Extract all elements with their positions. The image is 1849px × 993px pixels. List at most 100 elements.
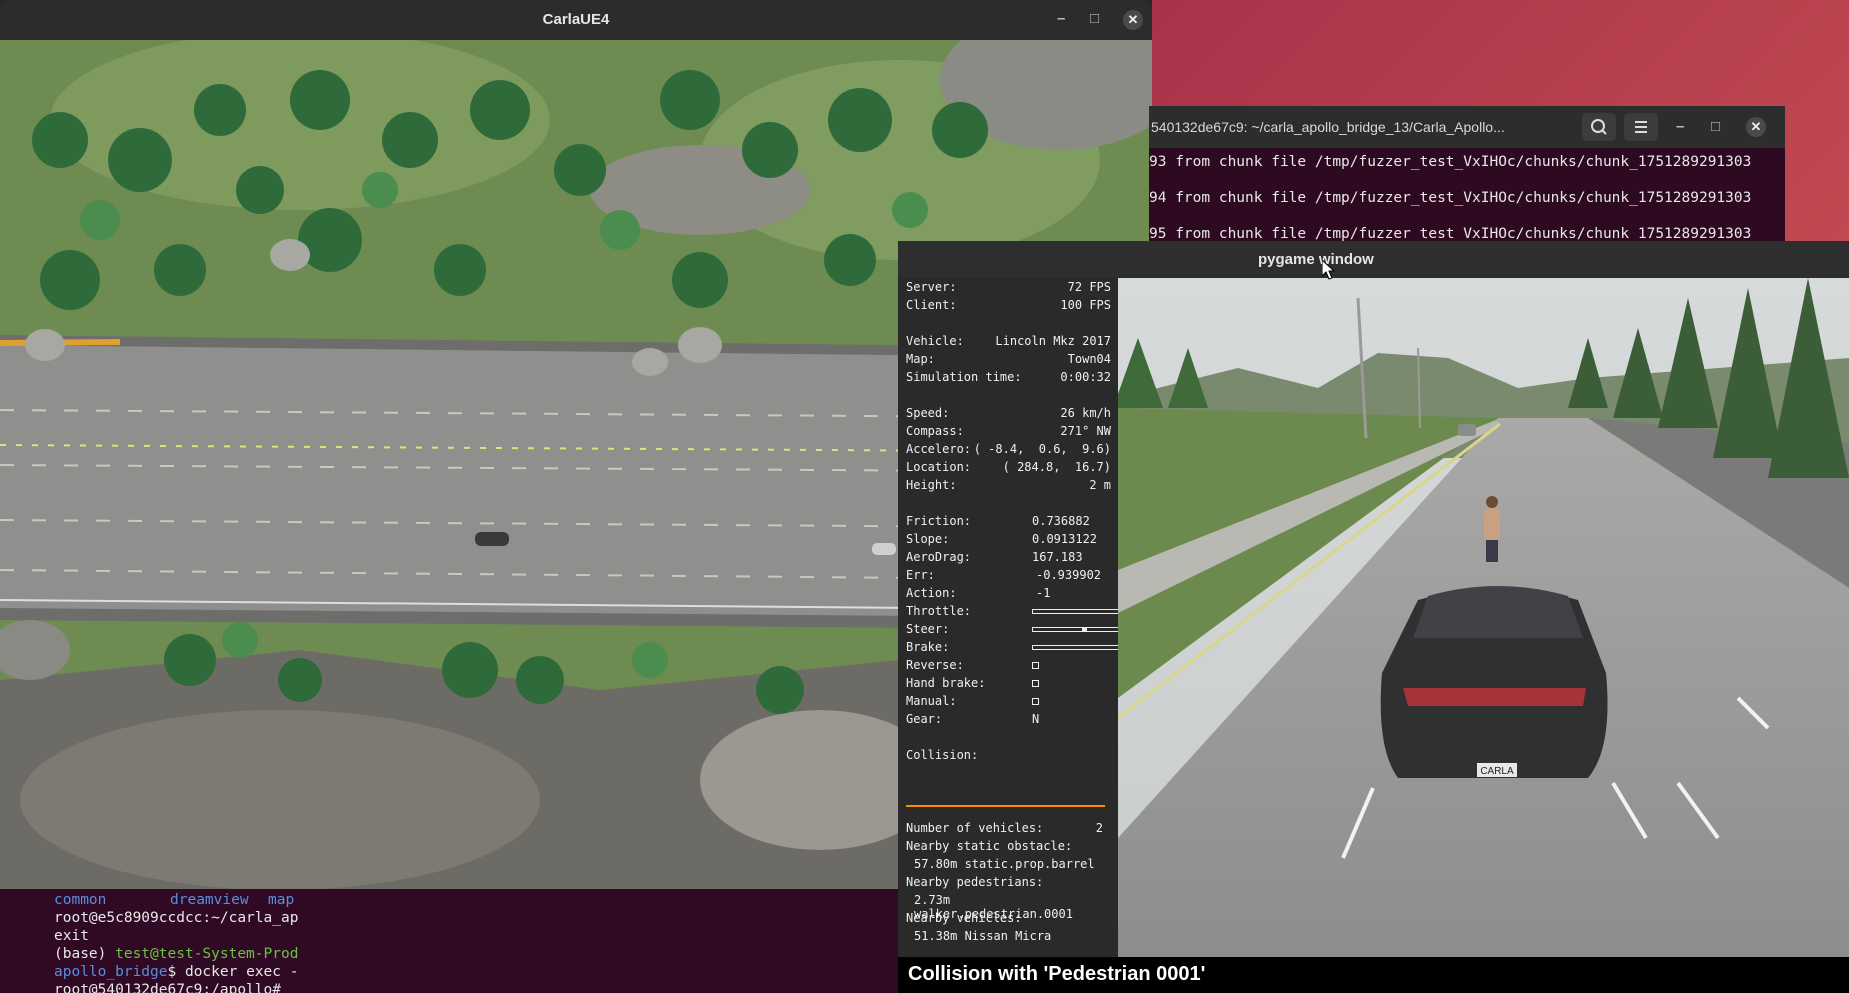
hud-label: Number of vehicles: [906,821,1044,835]
cwd: apollo_bridge [54,964,168,980]
hud-reverse: Reverse: [906,658,1111,674]
hud-nvehicles: Number of vehicles: 2 [906,821,1111,837]
hud-static-obstacle-value: 57.80m static.prop.barrel [906,857,1111,873]
hud-vehicles: Nearby vehicles: [906,911,1111,927]
hud-value: 0:00:32 [1060,370,1111,384]
hud-label: Nearby vehicles: [906,911,1022,925]
maximize-button[interactable]: □ [1711,118,1720,135]
terminal-window-front[interactable]: common dreamview map root@e5c8909ccdcc:~… [0,889,898,993]
hud-pedestrians-value: 2.73m walker.pedestrian.0001 [906,893,1111,921]
hud-value: 0.736882 [1032,514,1090,528]
hud-location: Location: ( 284.8, 16.7) [906,460,1111,476]
terminal-line: 93 from chunk file /tmp/fuzzer_test_VxIH… [1149,154,1752,170]
hud-label: Nearby pedestrians: [906,875,1044,889]
hud-brake: Brake: [906,640,1136,656]
hud-aerodrag: AeroDrag: 167.183 [906,550,1111,566]
user-host: test@test-System-Prod [115,946,299,962]
minimize-button[interactable]: – [1057,10,1065,27]
hud-err: Err: -0.939902 [906,568,1111,584]
hud-value: 271° NW [1060,424,1111,438]
hud-height: Height: 2 m [906,478,1111,494]
hud-client: Client: 100 FPS [906,298,1111,314]
hud-label: Compass: [906,424,964,438]
pygame-titlebar[interactable]: pygame window [898,241,1849,278]
hud-value: 167.183 [1032,550,1083,564]
hud-server: Server: 72 FPS [906,280,1111,296]
hud-label: Vehicle: [906,334,964,348]
hud-value: 0.0913122 [1032,532,1098,546]
minimize-button[interactable]: – [1676,118,1684,135]
terminal-line: root@540132de67c9:/apollo# [54,982,281,993]
menu-button[interactable] [1624,113,1658,141]
window-title: CarlaUE4 [542,11,610,28]
hud-panel: Server: 72 FPS Client: 100 FPS Vehicle: Lin… [898,278,1136,957]
hud-action: Action: -1 [906,586,1111,602]
close-button[interactable]: ✕ [1123,10,1143,30]
close-button[interactable]: ✕ [1746,117,1766,137]
hud-value: 2 m [1089,478,1111,492]
hud-friction: Friction: 0.736882 [906,514,1111,530]
terminal-titlebar[interactable]: 540132de67c9: ~/carla_apollo_bridge_13/C… [1149,106,1785,148]
terminal-window-back[interactable]: 540132de67c9: ~/carla_apollo_bridge_13/C… [1149,106,1785,242]
hud-pedestrians: Nearby pedestrians: [906,875,1111,891]
pygame-window[interactable]: pygame window Server: 72 FPS Client: 100 F… [898,241,1849,993]
collision-notification: Collision with 'Pedestrian 0001' [898,957,1849,993]
terminal-line: root@e5c8909ccdcc:~/carla_ap [54,910,299,926]
window-title: pygame window [1258,251,1374,268]
hud-static-obstacle: Nearby static obstacle: [906,839,1111,855]
hud-label: Action: [906,586,957,600]
hud-label: AeroDrag: [906,550,972,564]
ls-item: common [54,892,107,908]
hud-compass: Compass: 271° NW [906,424,1111,440]
hud-value: Town04 [1067,352,1111,366]
hud-label: Hand brake: [906,676,986,690]
hud-value: -0.939902 [1036,568,1102,582]
ls-item: map [268,892,295,908]
hud-value: 72 FPS [1067,280,1111,294]
hud-throttle: Throttle: [906,604,1136,620]
hud-handbrake: Hand brake: [906,676,1111,692]
terminal-line: 95 from chunk file /tmp/fuzzer_test_VxIH… [1149,226,1752,242]
hud-value: 2 [1095,821,1103,835]
hud-label: Server: [906,280,957,294]
hud-label: Slope: [906,532,950,546]
hud-label: Client: [906,298,957,312]
hud-simtime: Simulation time: 0:00:32 [906,370,1111,386]
hud-value: N [1032,712,1040,726]
hud-label: Manual: [906,694,957,708]
hud-steer: Steer: [906,622,1136,638]
hud-value: Lincoln Mkz 2017 [995,334,1111,348]
reverse-checkbox [1032,662,1039,669]
hud-label: Reverse: [906,658,964,672]
mouse-cursor-icon [1322,260,1336,280]
chase-camera-view[interactable]: CARLA [1118,278,1849,957]
hamburger-icon [1635,121,1647,133]
hud-vehicles-value: 51.38m Nissan Micra [906,929,1111,945]
terminal-line: 94 from chunk file /tmp/fuzzer_test_VxIH… [1149,190,1752,206]
handbrake-checkbox [1032,680,1039,687]
search-icon [1591,119,1607,135]
hud-value: 57.80m static.prop.barrel [914,857,1095,871]
hud-value: 100 FPS [1060,298,1111,312]
hud-value: 51.38m Nissan Micra [914,929,1052,943]
hud-accelero: Accelero:( -8.4, 0.6, 9.6) [906,442,1111,458]
terminal-title: 540132de67c9: ~/carla_apollo_bridge_13/C… [1151,119,1505,135]
hud-label: Steer: [906,622,950,636]
hud-label: Map: [906,352,935,366]
road-scene: CARLA [1118,278,1849,957]
hud-label: Nearby static obstacle: [906,839,1073,853]
maximize-button[interactable]: □ [1090,10,1099,27]
hud-label: Throttle: [906,604,972,618]
hud-value: ( -8.4, 0.6, 9.6) [973,442,1111,456]
license-plate-text: CARLA [1480,766,1514,777]
hud-label: Collision: [906,748,979,762]
hud-label: Err: [906,568,935,582]
steer-marker [1081,627,1087,632]
command: $ docker exec - [167,964,299,980]
search-button[interactable] [1582,113,1616,141]
carla-titlebar[interactable]: CarlaUE4 – □ ✕ [0,0,1152,40]
hud-label: Gear: [906,712,943,726]
hud-value: ( 284.8, 16.7) [1002,460,1111,474]
hud-slope: Slope: 0.0913122 [906,532,1111,548]
hud-label: Height: [906,478,957,492]
